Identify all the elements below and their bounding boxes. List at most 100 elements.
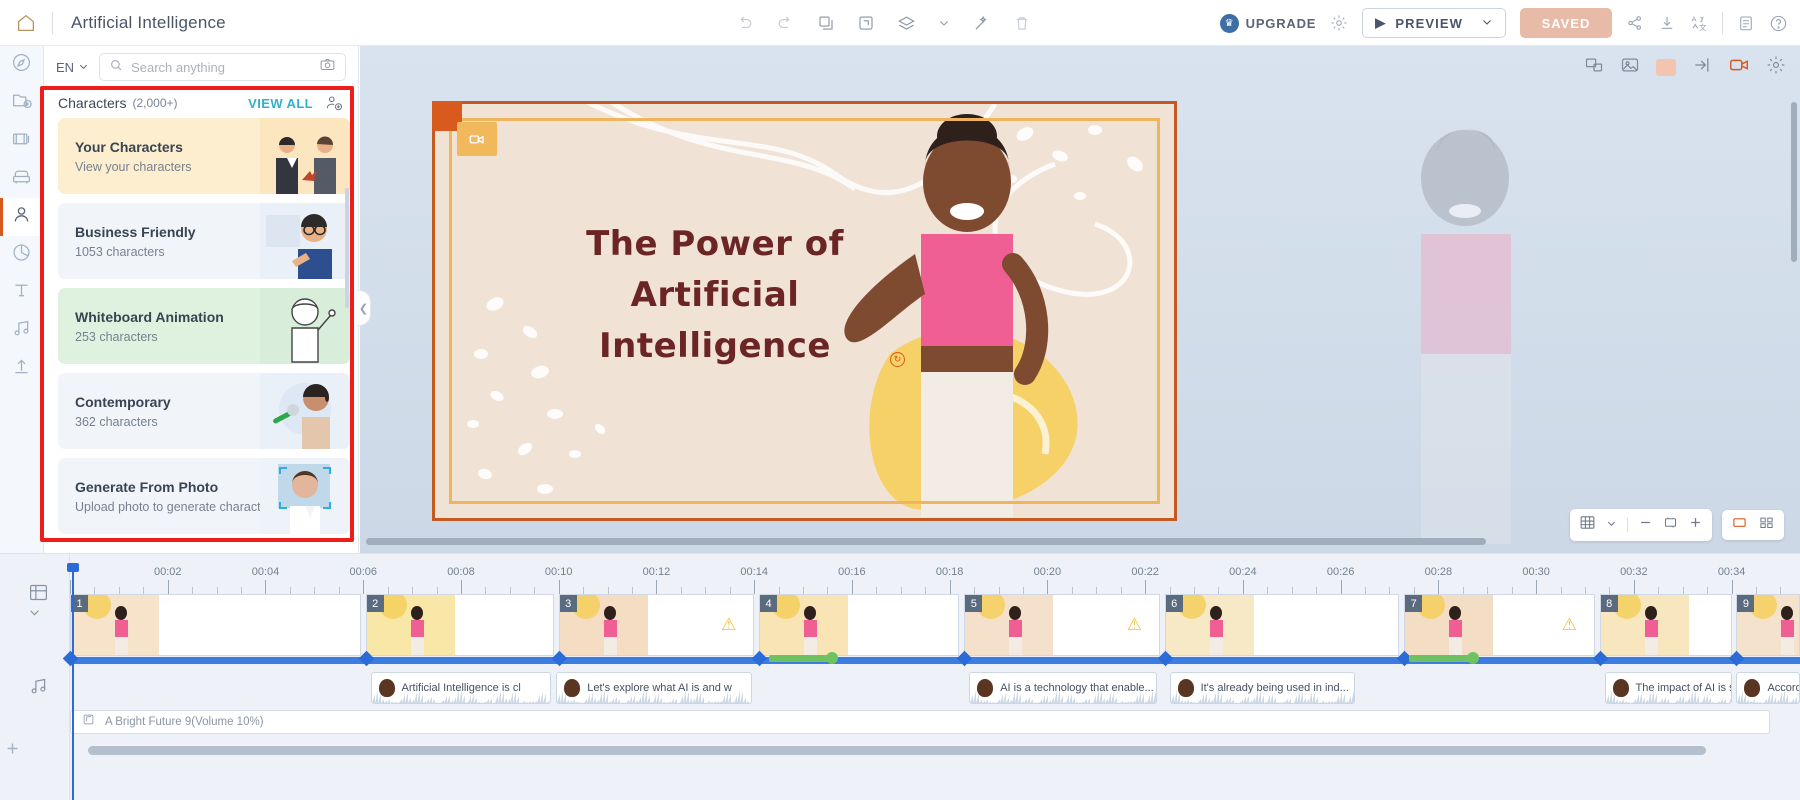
slide-title-text[interactable]: The Power of Artificial Intelligence <box>545 219 885 372</box>
timeline-scene-clip[interactable]: 2 <box>366 594 554 656</box>
chevron-down-icon[interactable] <box>938 17 950 29</box>
add-person-icon[interactable] <box>325 94 343 112</box>
sidebar-item-charts[interactable] <box>0 236 43 274</box>
enter-icon[interactable] <box>1692 55 1712 80</box>
list-item-whiteboard-animation[interactable]: Whiteboard Animation 253 characters <box>58 288 350 364</box>
download-icon[interactable] <box>1658 14 1676 32</box>
sidebar-item-props[interactable] <box>0 160 43 198</box>
help-icon[interactable] <box>1769 14 1788 33</box>
ruler-tick <box>217 587 218 594</box>
ruler-tick <box>1609 587 1610 594</box>
timeline-audio-clip[interactable]: According to McKi <box>1736 672 1800 704</box>
scene-transition-handle[interactable] <box>1467 652 1479 664</box>
video-camera-icon[interactable] <box>457 122 497 156</box>
notes-icon[interactable] <box>1737 14 1755 32</box>
search-input[interactable]: Search anything <box>99 53 346 81</box>
timeline-audio-clip[interactable]: AI is a technology that enable... <box>969 672 1157 704</box>
timeline-scene-clip[interactable]: 3⚠ <box>559 594 754 656</box>
timeline-audio-track: Artificial Intelligence is clLet's explo… <box>70 672 1800 704</box>
list-item-business-friendly[interactable]: Business Friendly 1053 characters <box>58 203 350 279</box>
timeline-scene-clip[interactable]: 4 <box>759 594 959 656</box>
fit-icon[interactable] <box>1663 515 1678 535</box>
sidebar-item-scenes[interactable] <box>0 122 43 160</box>
crop-icon[interactable] <box>857 14 875 32</box>
list-item-contemporary[interactable]: Contemporary 362 characters <box>58 373 350 449</box>
playhead[interactable] <box>72 564 74 800</box>
timeline-audio-clip[interactable]: Let's explore what AI is and w <box>556 672 751 704</box>
home-icon[interactable] <box>0 12 52 34</box>
section-count: (2,000+) <box>132 96 177 110</box>
ruler-tick <box>241 587 242 594</box>
timeline-audio-clip[interactable]: It's already being used in ind... <box>1170 672 1356 704</box>
panel-collapse-button[interactable]: ❮ <box>357 290 371 326</box>
translate-icon[interactable]: A文 <box>1690 14 1708 32</box>
timeline-scene-clip[interactable]: 7⚠ <box>1404 594 1595 656</box>
scene-list-icon[interactable] <box>28 582 49 608</box>
warning-icon[interactable]: ⚠ <box>1127 615 1142 635</box>
timeline-scene-clip[interactable]: 1 <box>70 594 361 656</box>
preview-button[interactable]: ▶ PREVIEW <box>1362 8 1506 38</box>
timeline-scene-clip[interactable]: 8 <box>1600 594 1732 656</box>
ruler-tick <box>1707 587 1708 594</box>
sidebar-item-discover[interactable] <box>0 46 43 84</box>
language-selector[interactable]: EN <box>56 60 89 75</box>
gear-icon[interactable] <box>1330 14 1348 32</box>
camera-icon[interactable] <box>319 56 336 78</box>
timeline-audio-clip[interactable]: Artificial Intelligence is cl <box>371 672 552 704</box>
image-icon[interactable] <box>1620 55 1640 80</box>
plus-icon[interactable] <box>1688 515 1703 535</box>
timeline-ruler[interactable]: 00:0200:0400:0600:0800:1000:1200:1400:16… <box>70 564 1800 594</box>
fit-screen-icon[interactable] <box>1584 55 1604 80</box>
save-button[interactable]: SAVED <box>1520 8 1612 38</box>
timeline-scene-clip[interactable]: 5⚠ <box>964 594 1159 656</box>
chevron-down-icon[interactable] <box>28 606 41 624</box>
trash-icon[interactable] <box>1013 14 1031 32</box>
timeline-scene-clip[interactable]: 9 <box>1736 594 1800 656</box>
redo-icon[interactable] <box>776 14 795 33</box>
video-camera-icon[interactable] <box>1728 54 1750 81</box>
grid-slides-icon[interactable] <box>1758 515 1775 535</box>
grid-icon[interactable] <box>1579 514 1596 536</box>
music-note-icon[interactable] <box>28 676 49 702</box>
slide-stage[interactable]: The Power of Artificial Intelligence ↻ <box>432 101 1177 521</box>
chevron-down-icon[interactable] <box>1606 516 1617 534</box>
color-swatch-icon[interactable] <box>1656 59 1676 76</box>
list-item-your-characters[interactable]: Your Characters View your characters <box>58 118 350 194</box>
gear-icon[interactable] <box>1766 55 1786 80</box>
sidebar-item-media[interactable] <box>0 84 43 122</box>
timeline-audio-clip[interactable]: The impact of AI is sig <box>1605 672 1732 704</box>
undo-icon[interactable] <box>735 14 754 33</box>
chevron-down-icon[interactable] <box>1481 16 1493 31</box>
canvas-vertical-scrollbar[interactable] <box>1791 102 1797 262</box>
timeline-horizontal-scrollbar[interactable] <box>88 746 1706 755</box>
magic-wand-icon[interactable] <box>972 14 991 33</box>
single-slide-icon[interactable] <box>1731 515 1748 535</box>
sidebar-item-characters[interactable] <box>0 198 43 236</box>
warning-icon[interactable]: ⚠ <box>1562 615 1577 635</box>
panel-scrollbar[interactable] <box>345 188 349 308</box>
plus-icon[interactable] <box>4 740 21 762</box>
minus-icon[interactable] <box>1638 515 1653 535</box>
list-item-generate-from-photo[interactable]: Generate From Photo Upload photo to gene… <box>58 458 350 534</box>
upgrade-button[interactable]: ♛ UPGRADE <box>1220 14 1317 33</box>
share-icon[interactable] <box>1626 14 1644 32</box>
ruler-tick <box>1463 587 1464 594</box>
sidebar-item-upload[interactable] <box>0 350 43 388</box>
duplicate-icon[interactable] <box>817 14 835 32</box>
upload-icon <box>11 356 32 382</box>
canvas-area[interactable]: The Power of Artificial Intelligence ↻ <box>360 46 1800 553</box>
warning-icon[interactable]: ⚠ <box>721 615 736 635</box>
scene-progress-bar[interactable] <box>70 657 1800 664</box>
timeline-scene-clip[interactable]: 6 <box>1165 594 1400 656</box>
timeline-music-track[interactable]: A Bright Future 9(Volume 10%) <box>70 710 1770 734</box>
video-editor-app: Artificial Intelligence ♛ UPGRADE ▶ PREV… <box>0 0 1800 800</box>
rotate-icon[interactable]: ↻ <box>890 352 905 367</box>
scene-transition-bar[interactable] <box>1409 655 1473 662</box>
scene-transition-bar[interactable] <box>769 655 833 662</box>
view-all-button[interactable]: VIEW ALL <box>248 96 313 111</box>
sidebar-item-music[interactable] <box>0 312 43 350</box>
layers-icon[interactable] <box>897 14 916 33</box>
canvas-horizontal-scrollbar[interactable] <box>366 538 1786 545</box>
header-divider <box>52 12 53 34</box>
sidebar-item-text[interactable] <box>0 274 43 312</box>
